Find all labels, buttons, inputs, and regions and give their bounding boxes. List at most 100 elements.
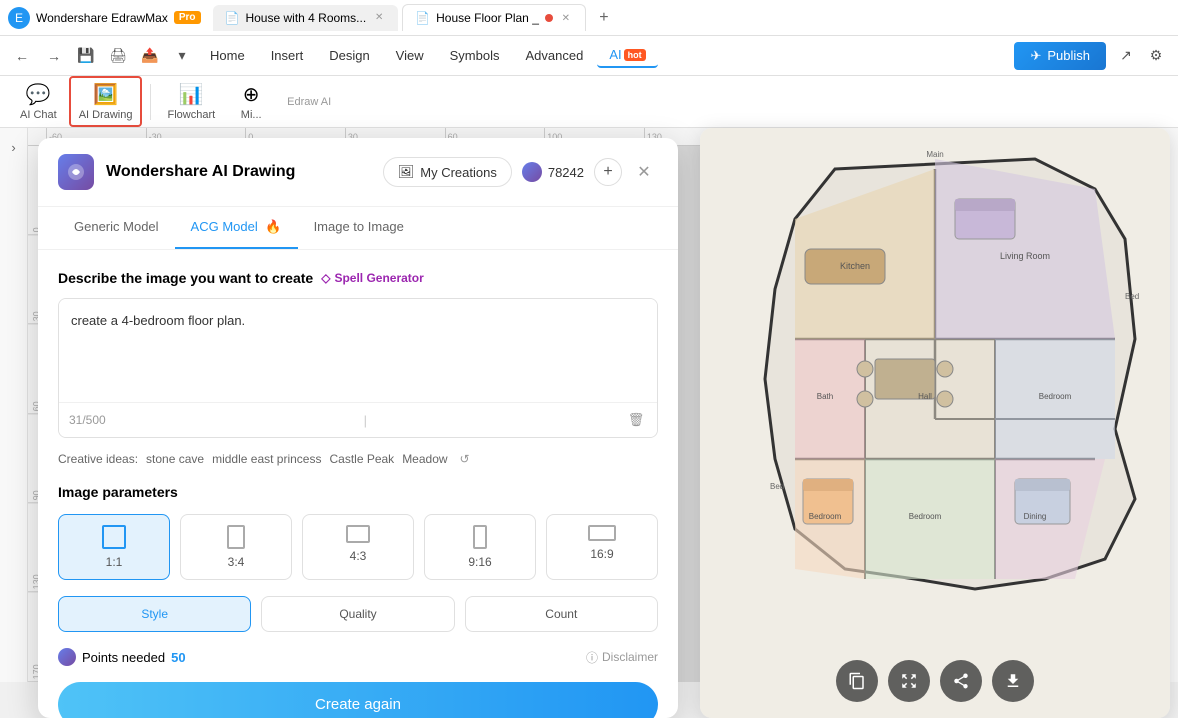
- spell-icon: ◇: [321, 271, 330, 285]
- creative-tag-1[interactable]: middle east princess: [212, 452, 321, 466]
- menu-design[interactable]: Design: [317, 44, 381, 67]
- ai-chat-button[interactable]: 💬 AI Chat: [12, 78, 65, 125]
- option-btn-1[interactable]: Quality: [261, 596, 454, 632]
- export-button[interactable]: 📤: [136, 42, 164, 70]
- menu-view[interactable]: View: [384, 44, 436, 67]
- prompt-textarea[interactable]: create a 4-bedroom floor plan.: [59, 299, 657, 399]
- svg-text:Bath: Bath: [817, 392, 833, 401]
- ai-chat-label: AI Chat: [20, 109, 57, 121]
- ratio-9-16-label: 9:16: [468, 555, 491, 569]
- svg-text:Bed: Bed: [770, 482, 784, 491]
- menu-ai[interactable]: AI hot: [597, 43, 657, 68]
- hot-badge: hot: [624, 49, 646, 61]
- back-button[interactable]: ←: [8, 42, 36, 70]
- describe-label: Describe the image you want to create ◇ …: [58, 270, 658, 286]
- share-button[interactable]: ↗: [1112, 42, 1140, 70]
- toolbar: 💬 AI Chat 🖼️ AI Drawing 📊 Flowchart ⊕ Mi…: [0, 76, 1178, 128]
- more-tools-icon: ⊕: [243, 82, 260, 107]
- option-btn-2[interactable]: Count: [465, 596, 658, 632]
- ai-tabs: Generic Model ACG Model 🔥 Image to Image: [38, 207, 678, 250]
- ratio-9-16-button[interactable]: 9:16: [424, 514, 536, 580]
- points-icon2: [58, 648, 76, 666]
- ratio-9-16-icon: [473, 525, 487, 549]
- footer-row: Points needed 50 ⓘ Disclaimer: [58, 648, 658, 666]
- ratio-1-1-icon: [102, 525, 126, 549]
- tab-acg-model[interactable]: ACG Model 🔥: [175, 207, 298, 249]
- disclaimer-button[interactable]: ⓘ Disclaimer: [586, 649, 658, 666]
- toolbar-separator: [150, 84, 151, 120]
- ai-content: Describe the image you want to create ◇ …: [38, 250, 678, 718]
- more-button[interactable]: ▾: [168, 42, 196, 70]
- creative-ideas: Creative ideas: stone cave middle east p…: [58, 450, 658, 468]
- floor-plan-image: Kitchen Living Room Bath Hall Bedroom Be…: [700, 128, 1170, 650]
- ratio-3-4-icon: [227, 525, 245, 549]
- ai-logo: [58, 154, 94, 190]
- svg-text:Bed: Bed: [1125, 292, 1139, 301]
- title-bar: E Wondershare EdrawMax Pro 📄 House with …: [0, 0, 1178, 36]
- creative-tag-2[interactable]: Castle Peak: [329, 452, 394, 466]
- forward-button[interactable]: →: [40, 42, 68, 70]
- clear-textarea-button[interactable]: 🗑: [625, 409, 647, 431]
- tab-2-label: House Floor Plan _: [436, 11, 539, 25]
- creative-tag-0[interactable]: stone cave: [146, 452, 204, 466]
- ai-drawing-button[interactable]: 🖼️ AI Drawing: [69, 76, 143, 127]
- points-needed: Points needed 50: [58, 648, 186, 666]
- refresh-tags-button[interactable]: ↺: [456, 450, 474, 468]
- ai-drawing-icon: 🖼️: [93, 82, 118, 107]
- ratio-1-1-label: 1:1: [106, 555, 123, 569]
- fire-icon: 🔥: [265, 219, 281, 234]
- ratio-16-9-label: 16:9: [590, 547, 613, 561]
- left-sidebar: ›: [0, 128, 28, 682]
- add-tab-button[interactable]: +: [590, 4, 618, 32]
- settings-icon[interactable]: ⚙: [1142, 42, 1170, 70]
- flowchart-label: Flowchart: [167, 109, 215, 121]
- menu-symbols[interactable]: Symbols: [438, 44, 512, 67]
- create-again-button[interactable]: Create again: [58, 682, 658, 718]
- print-button[interactable]: 🖨: [104, 42, 132, 70]
- prompt-textarea-wrapper: create a 4-bedroom floor plan. 31/500 | …: [58, 298, 658, 438]
- menu-home[interactable]: Home: [198, 44, 257, 67]
- svg-text:Main: Main: [926, 150, 943, 159]
- publish-button[interactable]: ✈ Publish: [1014, 42, 1106, 70]
- points-icon: [522, 162, 542, 182]
- add-points-button[interactable]: +: [594, 158, 622, 186]
- ratio-1-1-button[interactable]: 1:1: [58, 514, 170, 580]
- tab-2[interactable]: 📄 House Floor Plan _ ✕: [402, 4, 586, 31]
- expand-button[interactable]: [888, 660, 930, 702]
- svg-text:Bedroom: Bedroom: [909, 512, 942, 521]
- option-btn-0[interactable]: Style: [58, 596, 251, 632]
- ratio-4-3-button[interactable]: 4:3: [302, 514, 414, 580]
- copy-button[interactable]: [836, 660, 878, 702]
- creative-tag-3[interactable]: Meadow: [402, 452, 447, 466]
- more-tools-button[interactable]: ⊕ Mi...: [227, 78, 275, 125]
- bottom-options: Style Quality Count: [58, 596, 658, 632]
- image-params-label: Image parameters: [58, 484, 658, 500]
- points-needed-value: 50: [171, 650, 185, 665]
- tab-1[interactable]: 📄 House with 4 Rooms... ✕: [213, 5, 399, 31]
- tab-image-to-image[interactable]: Image to Image: [298, 207, 420, 249]
- tab-2-close[interactable]: ✕: [559, 11, 573, 25]
- tab-generic-model[interactable]: Generic Model: [58, 207, 175, 249]
- close-dialog-button[interactable]: ✕: [630, 158, 658, 186]
- floor-plan-panel: Kitchen Living Room Bath Hall Bedroom Be…: [700, 128, 1170, 718]
- spell-generator-button[interactable]: ◇ Spell Generator: [321, 271, 424, 285]
- flowchart-button[interactable]: 📊 Flowchart: [159, 78, 223, 125]
- flowchart-icon: 📊: [179, 82, 204, 107]
- ai-overlay: Wondershare AI Drawing 🖼 My Creations 78…: [28, 128, 1178, 682]
- share-button[interactable]: [940, 660, 982, 702]
- download-button[interactable]: [992, 660, 1034, 702]
- ratio-3-4-button[interactable]: 3:4: [180, 514, 292, 580]
- tab-1-close[interactable]: ✕: [372, 11, 386, 25]
- save-button[interactable]: 💾: [72, 42, 100, 70]
- ratio-16-9-button[interactable]: 16:9: [546, 514, 658, 580]
- app-icon: E: [8, 7, 30, 29]
- menu-advanced[interactable]: Advanced: [513, 44, 595, 67]
- menu-insert[interactable]: Insert: [259, 44, 316, 67]
- my-creations-button[interactable]: 🖼 My Creations: [383, 157, 512, 187]
- sidebar-toggle[interactable]: ›: [3, 136, 25, 158]
- ratio-grid: 1:1 3:4 4:3 9:16: [58, 514, 658, 580]
- more-tools-label: Mi...: [241, 109, 262, 121]
- ai-dialog: Wondershare AI Drawing 🖼 My Creations 78…: [38, 138, 678, 718]
- info-icon: ⓘ: [586, 649, 598, 666]
- svg-text:Dining: Dining: [1024, 512, 1047, 521]
